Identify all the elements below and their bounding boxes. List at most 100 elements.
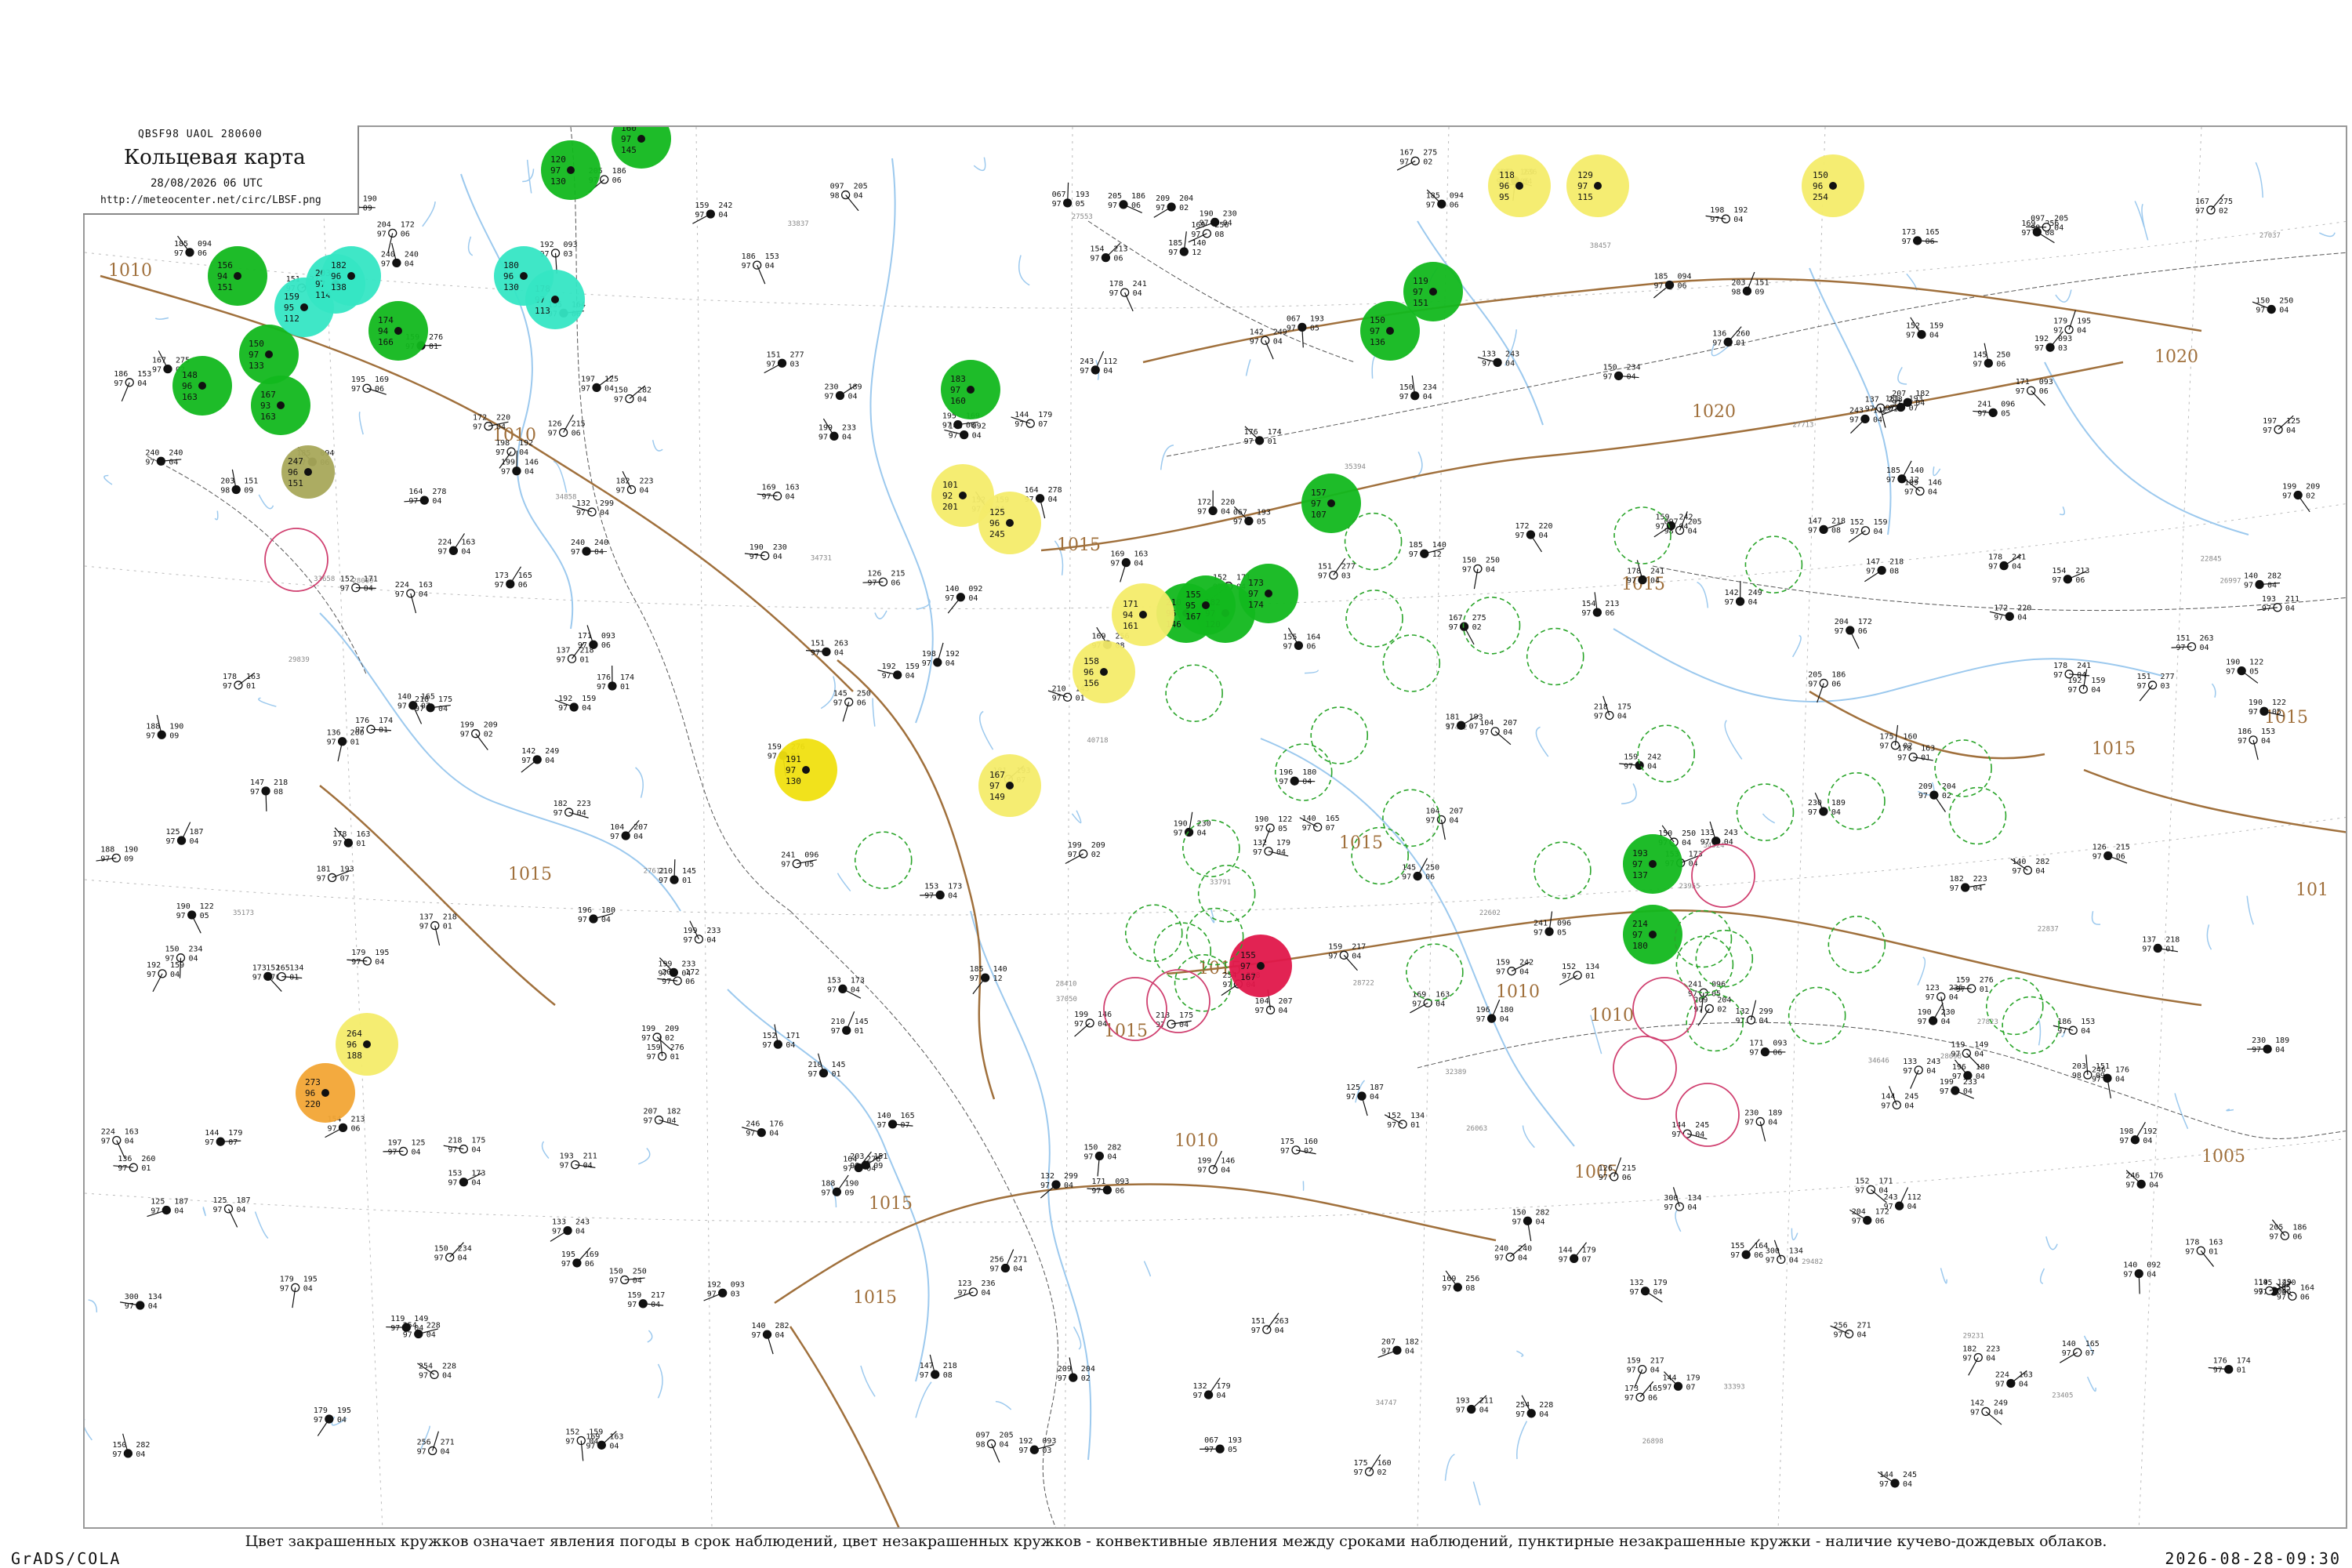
tendency-value: 06 — [1858, 627, 1867, 636]
temperature-value: 152 — [762, 1032, 776, 1040]
station-plot: 1859706094 — [174, 235, 212, 258]
cumulonimbus-ring — [1788, 986, 1846, 1045]
tendency-value: 03 — [790, 360, 800, 368]
tendency-value: 06 — [1831, 680, 1841, 688]
temperature-value: 210 — [1052, 684, 1066, 693]
river — [154, 317, 169, 320]
temperature-value: 196 — [1476, 1006, 1490, 1014]
dewpoint-value: 97 — [1080, 367, 1089, 376]
station-plot: 1889709190 — [821, 1174, 858, 1197]
station-plot: 14097 07165 — [1299, 815, 1340, 833]
pressure-value: 223 — [639, 477, 653, 485]
dewpoint-value: 97 — [552, 1228, 561, 1236]
temperature-value: 193 — [560, 1152, 574, 1161]
dewpoint-value: 97 — [1253, 848, 1262, 857]
pressure-value: 277 — [2161, 673, 2175, 681]
dewpoint-value: 97 — [1462, 566, 1472, 575]
station-plot: 19297 03093 — [1018, 1437, 1056, 1455]
station-plot: 19097 05122 — [2226, 659, 2263, 684]
station-plot: 06797 05193 — [1287, 314, 1324, 348]
station-plot: 2059706186 — [2269, 1219, 2307, 1241]
dewpoint-value: 97 — [581, 384, 590, 393]
temperature-value: 190 — [1254, 815, 1269, 824]
temperature-value: 197 — [2263, 417, 2277, 426]
dewpoint-value: 97 — [989, 781, 1000, 791]
pressure-value: 195 — [375, 949, 389, 957]
pressure-value: 190 — [363, 194, 377, 203]
temperature-value: 178 — [223, 673, 237, 681]
pressure-value: 192 — [1733, 206, 1748, 215]
station-plot: 15097 04234 — [1399, 375, 1437, 401]
dewpoint-value: 97 — [641, 1034, 651, 1043]
tendency-value: 04 — [1013, 1265, 1022, 1274]
tendency-value: 04 — [775, 1331, 785, 1340]
temperature-value: 181 — [317, 865, 331, 873]
pressure-value: 163 — [2209, 1238, 2223, 1247]
pressure-value: 218 — [274, 779, 288, 787]
visibility-value: 112 — [284, 314, 299, 324]
tendency-value: 04 — [786, 493, 795, 502]
pressure-value: 204 — [1179, 194, 1193, 203]
map-title: Кольцевая карта — [124, 146, 306, 169]
dewpoint-value: 97 — [397, 702, 407, 711]
dewpoint-value: 97 — [1381, 1347, 1391, 1356]
temperature-value: 193 — [1456, 1397, 1470, 1406]
station-plot: 21897 04175 — [443, 1137, 485, 1155]
pressure-value: 223 — [1986, 1345, 2000, 1354]
pressure-value: 245 — [1903, 1471, 1917, 1479]
pressure-value: 230 — [1223, 209, 1237, 218]
temperature-value: 218 — [415, 695, 429, 704]
tendency-value: 06 — [198, 249, 207, 258]
station-plot: 14097 04282 — [2244, 572, 2281, 590]
cloud-cover-symbol — [829, 431, 839, 441]
tendency-value: 06 — [601, 641, 611, 650]
dewpoint-value: 97 — [495, 581, 504, 590]
river — [1417, 220, 1544, 426]
temperature-value: 199 — [818, 423, 833, 432]
dewpoint-value: 97 — [945, 594, 954, 603]
temperature-value: 199 — [683, 927, 697, 935]
dewpoint-value: 97 — [989, 1265, 999, 1274]
dewpoint-value: 97 — [1354, 1468, 1363, 1477]
cloud-cover-symbol — [347, 272, 355, 280]
tendency-value: 06 — [966, 422, 975, 430]
temperature-value: 185 — [1654, 273, 1668, 281]
pressure-value: 207 — [1449, 807, 1463, 815]
pressure-value: 155 — [1185, 590, 1201, 600]
temperature-value: 140 — [2123, 1261, 2137, 1269]
dewpoint-value: 97 — [437, 547, 447, 556]
tendency-value: 02 — [1903, 742, 1912, 751]
station-plot: 14097 04282 — [2010, 858, 2049, 876]
station-plot: 23097 04189 — [824, 383, 862, 401]
station-plot: 20997 02204 — [1058, 1357, 1095, 1383]
cloud-cover-symbol — [223, 1204, 234, 1214]
dewpoint-value: 97 — [1204, 1446, 1214, 1454]
temperature-value: 159 — [1627, 1357, 1641, 1366]
dewpoint-value: 97 — [1456, 1406, 1465, 1415]
dewpoint-value: 97 — [1512, 1218, 1522, 1226]
temperature-value: 185 — [1886, 466, 1900, 475]
dewpoint-value: 97 — [1730, 1251, 1740, 1260]
dewpoint-value: 97 — [950, 385, 960, 395]
dewpoint-value: 92 — [942, 491, 953, 501]
station-plot: 23097 04189 — [1744, 1109, 1782, 1142]
station-plot: 19797 04125 — [2263, 415, 2300, 435]
station-plot: 1859706094 — [1426, 189, 1464, 209]
station-plot: 15197 04263 — [805, 639, 848, 657]
weather-circle-rain: 15097136 — [1360, 301, 1420, 361]
dewpoint-value: 97 — [614, 396, 623, 405]
dewpoint-value: 97 — [762, 493, 771, 502]
temperature-value: 151 — [2137, 673, 2151, 681]
thunderstorm-ring — [1613, 1036, 1677, 1100]
tendency-value: 05 — [1076, 200, 1085, 209]
dewpoint-value: 97 — [811, 648, 820, 657]
pressure-value: 250 — [2279, 297, 2293, 306]
temperature-value: 199 — [1068, 841, 1082, 850]
temperature-value: 196 — [578, 906, 592, 915]
river — [2044, 361, 2249, 535]
tendency-value: 06 — [572, 430, 581, 438]
tendency-value: 01 — [443, 923, 452, 931]
pressure-value: 190 — [124, 845, 138, 854]
temperature-value: 198 — [922, 650, 936, 659]
temperature-value: 204 — [1835, 618, 1849, 626]
